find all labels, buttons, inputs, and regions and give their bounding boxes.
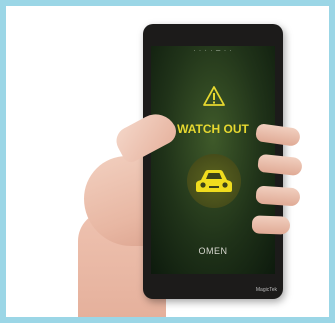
- finger: [255, 185, 301, 207]
- photo: · · · · ─ · · WATCH OUT OMEN MagicTek: [6, 6, 329, 317]
- phone-screen: · · · · ─ · · WATCH OUT OMEN: [151, 46, 275, 274]
- bottom-label: OMEN: [198, 246, 228, 256]
- finger: [251, 215, 291, 235]
- image-frame: · · · · ─ · · WATCH OUT OMEN MagicTek: [0, 0, 335, 323]
- warning-triangle-icon: [203, 86, 225, 106]
- status-bar: · · · · ─ · ·: [193, 48, 233, 54]
- car-badge: [187, 154, 241, 208]
- brand-logo: MagicTek: [255, 287, 277, 293]
- car-icon: [196, 170, 232, 192]
